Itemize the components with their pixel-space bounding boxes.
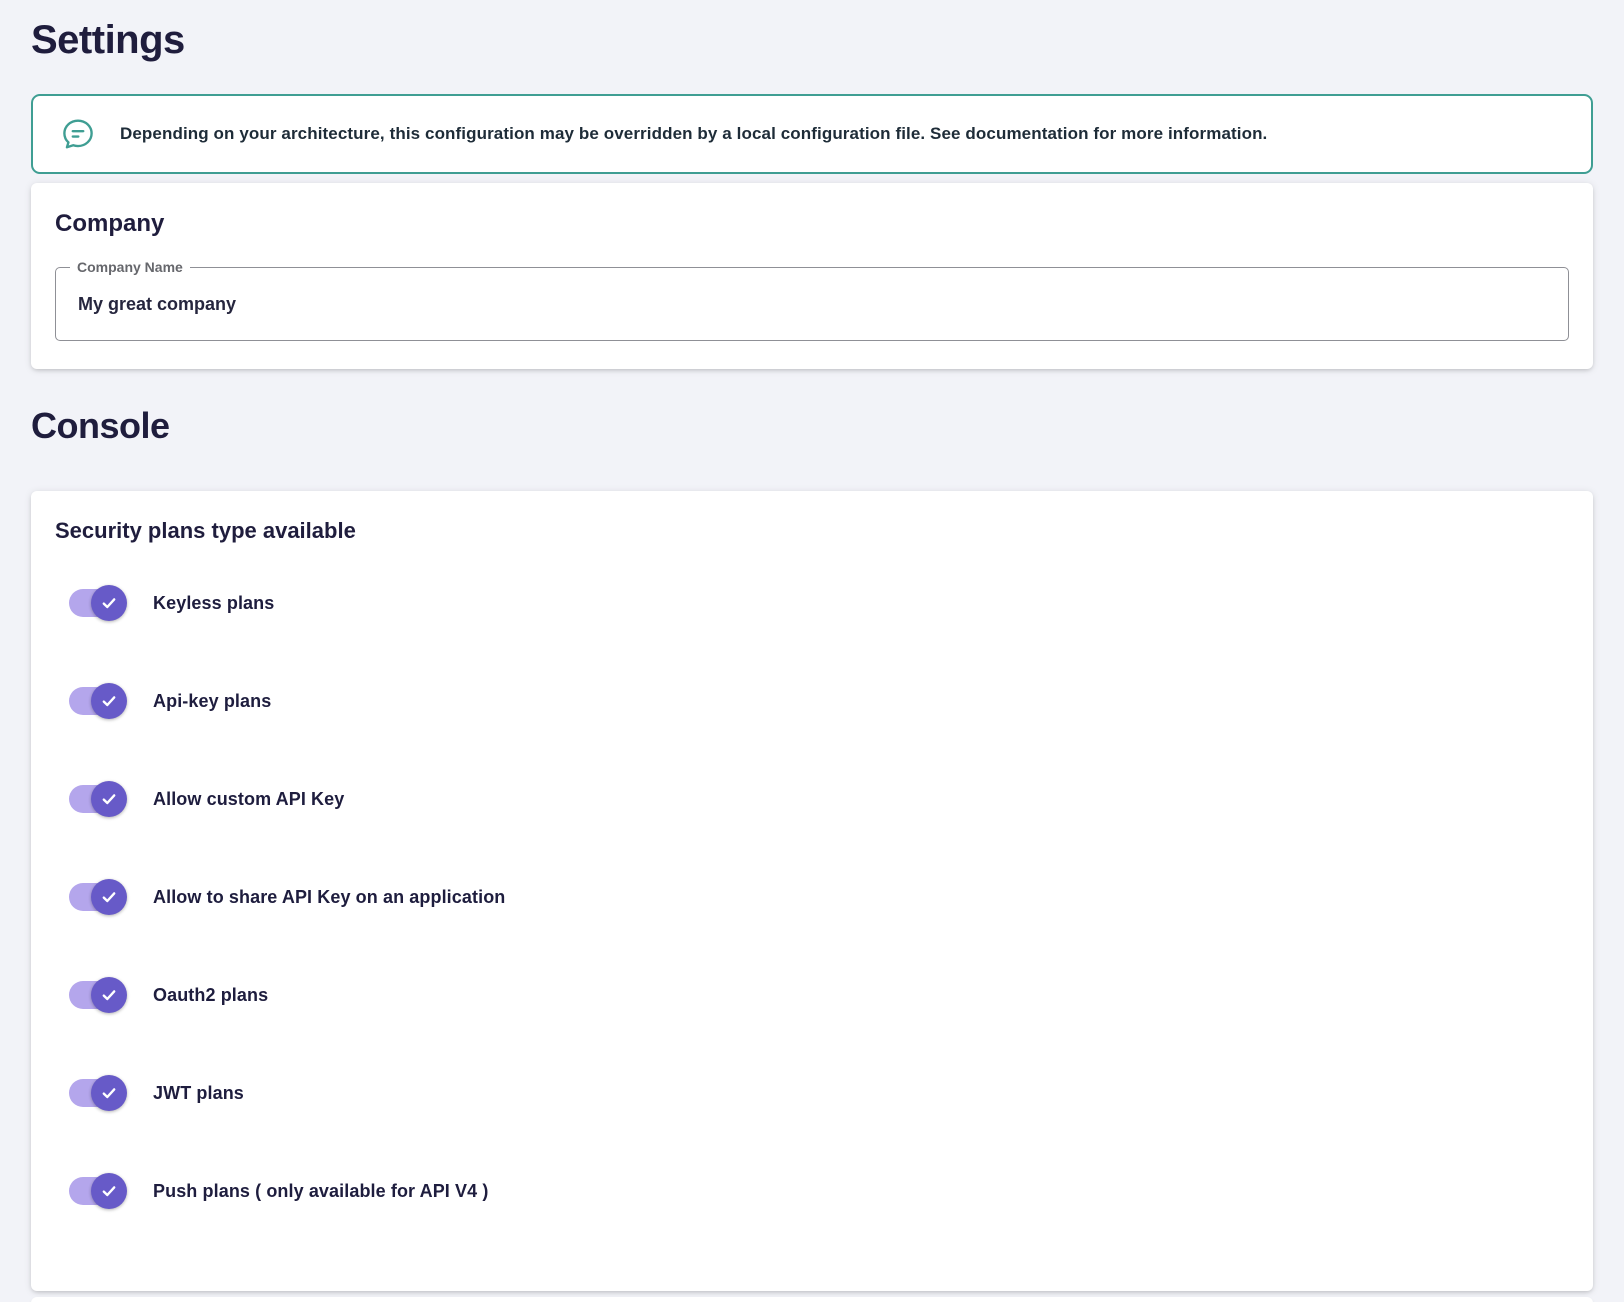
toggle-thumb (91, 781, 127, 817)
company-heading: Company (55, 209, 1569, 239)
check-icon (100, 692, 118, 710)
toggle-switch[interactable] (69, 1177, 125, 1205)
toggle-label: JWT plans (153, 1083, 244, 1104)
company-card: Company Company Name (31, 183, 1593, 369)
company-name-input[interactable] (78, 294, 1546, 315)
chat-bubble-icon (59, 115, 97, 153)
check-icon (100, 1084, 118, 1102)
toggle-list: Keyless plans Api-key plans Allow custom… (55, 585, 1569, 1209)
toggle-switch[interactable] (69, 981, 125, 1009)
toggle-row: Allow custom API Key (55, 781, 1569, 817)
toggle-thumb (91, 977, 127, 1013)
toggle-row: Keyless plans (55, 585, 1569, 621)
console-heading: Console (31, 403, 1593, 449)
check-icon (100, 986, 118, 1004)
next-card-sliver (31, 1297, 1593, 1302)
info-banner-text: Depending on your architecture, this con… (120, 124, 1267, 144)
toggle-row: JWT plans (55, 1075, 1569, 1111)
check-icon (100, 888, 118, 906)
toggle-label: Oauth2 plans (153, 985, 268, 1006)
toggle-row: Allow to share API Key on an application (55, 879, 1569, 915)
toggle-switch[interactable] (69, 883, 125, 911)
toggle-thumb (91, 1173, 127, 1209)
check-icon (100, 790, 118, 808)
toggle-label: Push plans ( only available for API V4 ) (153, 1181, 488, 1202)
security-plans-heading: Security plans type available (55, 517, 1569, 545)
toggle-switch[interactable] (69, 589, 125, 617)
company-name-label: Company Name (70, 258, 190, 276)
toggle-switch[interactable] (69, 687, 125, 715)
toggle-label: Allow custom API Key (153, 789, 344, 810)
toggle-row: Oauth2 plans (55, 977, 1569, 1013)
console-card: Security plans type available Keyless pl… (31, 491, 1593, 1291)
toggle-label: Allow to share API Key on an application (153, 887, 505, 908)
toggle-thumb (91, 585, 127, 621)
page-title: Settings (31, 16, 1593, 64)
check-icon (100, 594, 118, 612)
toggle-label: Keyless plans (153, 593, 274, 614)
toggle-switch[interactable] (69, 1079, 125, 1107)
toggle-thumb (91, 1075, 127, 1111)
info-banner: Depending on your architecture, this con… (31, 94, 1593, 174)
company-name-field: Company Name (55, 267, 1569, 341)
toggle-row: Api-key plans (55, 683, 1569, 719)
toggle-thumb (91, 683, 127, 719)
toggle-switch[interactable] (69, 785, 125, 813)
toggle-thumb (91, 879, 127, 915)
toggle-label: Api-key plans (153, 691, 271, 712)
settings-page: Settings Depending on your architecture,… (0, 0, 1624, 1302)
check-icon (100, 1182, 118, 1200)
toggle-row: Push plans ( only available for API V4 ) (55, 1173, 1569, 1209)
